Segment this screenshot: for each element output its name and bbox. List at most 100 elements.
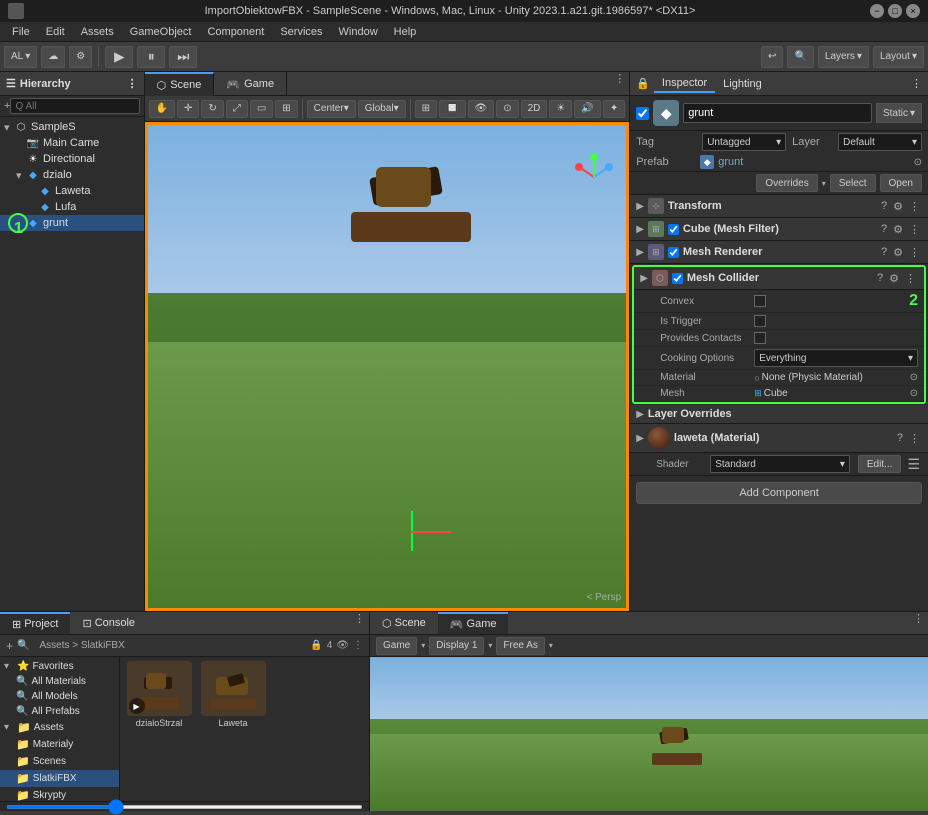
project-panel-menu[interactable]: ⋮ bbox=[350, 612, 369, 634]
minimize-button[interactable]: − bbox=[870, 4, 884, 18]
tab-console[interactable]: ⊡ Console bbox=[70, 612, 147, 634]
comp-help-button[interactable]: ? bbox=[875, 272, 885, 285]
rect-tool-button[interactable]: ▭ bbox=[250, 100, 273, 118]
menu-window[interactable]: Window bbox=[331, 22, 386, 42]
project-add-button[interactable]: + bbox=[6, 639, 13, 653]
sidebar-item-assets[interactable]: ▾ 📁 Assets bbox=[0, 719, 119, 736]
rotate-tool-button[interactable]: ↻ bbox=[201, 100, 223, 118]
layers-dropdown[interactable]: Layers ▾ bbox=[818, 46, 869, 68]
tab-scene-bottom[interactable]: ⬡ Scene bbox=[370, 612, 438, 634]
al-dropdown[interactable]: AL ▾ bbox=[4, 46, 37, 68]
menu-gameobject[interactable]: GameObject bbox=[122, 22, 200, 42]
comp-help-button[interactable]: ? bbox=[879, 246, 889, 259]
cooking-options-dropdown[interactable]: Everything ▾ bbox=[754, 349, 918, 367]
cloud-button[interactable]: ☁ bbox=[41, 46, 65, 68]
grid-button[interactable]: ⊞ bbox=[415, 100, 437, 118]
menu-file[interactable]: File bbox=[4, 22, 38, 42]
tab-project[interactable]: ⊞ Project bbox=[0, 612, 70, 634]
hierarchy-item-dzialo[interactable]: ▾ ◆ dzialo bbox=[0, 167, 144, 183]
hierarchy-item-maincamera[interactable]: 📷 Main Came bbox=[0, 135, 144, 151]
vis-button[interactable]: 👁 bbox=[468, 100, 495, 118]
scene-view[interactable]: < Persp bbox=[145, 122, 630, 611]
shader-list-button[interactable]: ☰ bbox=[905, 456, 922, 473]
convex-checkbox[interactable] bbox=[754, 295, 766, 307]
open-button[interactable]: Open bbox=[880, 174, 922, 192]
menu-component[interactable]: Component bbox=[199, 22, 272, 42]
object-name-field[interactable] bbox=[683, 103, 872, 123]
component-laweta-material[interactable]: ▶ laweta (Material) ? ⋮ bbox=[630, 424, 928, 453]
tab-game[interactable]: 🎮 Game bbox=[214, 72, 287, 96]
project-search-icon[interactable]: 🔍 bbox=[17, 640, 29, 651]
sidebar-item-all-models[interactable]: 🔍 All Models bbox=[0, 689, 119, 704]
close-button[interactable]: × bbox=[906, 4, 920, 18]
lighting-toggle[interactable]: ☀ bbox=[549, 100, 572, 118]
search-button[interactable]: 🔍 bbox=[787, 46, 813, 68]
prefab-link-icon[interactable]: ⊙ bbox=[914, 157, 922, 168]
menu-services[interactable]: Services bbox=[272, 22, 330, 42]
provides-contacts-checkbox[interactable] bbox=[754, 332, 766, 344]
menu-help[interactable]: Help bbox=[386, 22, 425, 42]
gizmo-button[interactable]: ⊙ bbox=[496, 100, 518, 118]
move-tool-button[interactable]: ✛ bbox=[177, 100, 199, 118]
mesh-filter-active[interactable] bbox=[668, 224, 679, 235]
scale-tool-button[interactable]: ⤢ bbox=[226, 100, 248, 118]
sidebar-item-scenes[interactable]: 📁 Scenes bbox=[0, 753, 119, 770]
comp-menu-button[interactable]: ⋮ bbox=[907, 246, 922, 259]
comp-settings-button[interactable]: ⚙ bbox=[891, 223, 905, 236]
comp-menu-button[interactable]: ⋮ bbox=[907, 432, 922, 445]
mesh-renderer-active[interactable] bbox=[668, 247, 679, 258]
hierarchy-item-lufa[interactable]: ◆ Lufa bbox=[0, 199, 144, 215]
tab-inspector[interactable]: Inspector bbox=[654, 75, 715, 93]
sidebar-item-materialy[interactable]: 📁 Materialy bbox=[0, 736, 119, 753]
sidebar-item-all-materials[interactable]: 🔍 All Materials bbox=[0, 674, 119, 689]
hierarchy-item-samplescene[interactable]: ▾ ⬡ SampleS bbox=[0, 119, 144, 135]
mesh-collider-active[interactable] bbox=[672, 273, 683, 284]
free-aspect-btn[interactable]: Free As bbox=[496, 637, 544, 655]
comp-settings-button[interactable]: ⚙ bbox=[891, 200, 905, 213]
comp-menu-button[interactable]: ⋮ bbox=[907, 223, 922, 236]
hand-tool-button[interactable]: ✋ bbox=[149, 100, 175, 118]
2d-button[interactable]: 2D bbox=[521, 100, 548, 118]
project-eye-button[interactable]: 👁 bbox=[336, 640, 349, 651]
static-dropdown[interactable]: Static▾ bbox=[876, 103, 922, 123]
transform-tool-button[interactable]: ⊞ bbox=[275, 100, 297, 118]
zoom-slider[interactable] bbox=[6, 805, 363, 809]
center-button[interactable]: Center▾ bbox=[307, 100, 356, 118]
tab-game-bottom[interactable]: 🎮 Game bbox=[438, 612, 509, 634]
pause-button[interactable]: ⏸ bbox=[137, 46, 165, 68]
fx-toggle[interactable]: ✦ bbox=[603, 100, 625, 118]
comp-settings-button[interactable]: ⚙ bbox=[891, 246, 905, 259]
inspector-menu-button[interactable]: ⋮ bbox=[911, 77, 922, 90]
comp-settings-button[interactable]: ⚙ bbox=[887, 272, 901, 285]
overrides-button[interactable]: Overrides bbox=[756, 174, 817, 192]
display-btn[interactable]: Display 1 bbox=[429, 637, 484, 655]
settings-button[interactable]: ⚙ bbox=[69, 46, 92, 68]
comp-help-button[interactable]: ? bbox=[879, 223, 889, 236]
asset-item-dzialo[interactable]: ▶ dzialoStrzal bbox=[124, 661, 194, 728]
step-button[interactable]: ⏭ bbox=[169, 46, 197, 68]
undo-button[interactable]: ↩ bbox=[761, 46, 783, 68]
hierarchy-menu-button[interactable]: ⋮ bbox=[127, 77, 138, 90]
is-trigger-checkbox[interactable] bbox=[754, 315, 766, 327]
comp-menu-button[interactable]: ⋮ bbox=[903, 272, 918, 285]
component-transform[interactable]: ▶ ⊹ Transform ? ⚙ ⋮ bbox=[630, 195, 928, 218]
component-mesh-collider[interactable]: ▶ ⬡ Mesh Collider ? ⚙ ⋮ bbox=[634, 267, 924, 290]
audio-toggle[interactable]: 🔊 bbox=[574, 100, 600, 118]
game-panel-menu[interactable]: ⋮ bbox=[909, 612, 928, 634]
object-active-checkbox[interactable] bbox=[636, 107, 649, 120]
shader-dropdown[interactable]: Standard ▾ bbox=[710, 455, 850, 473]
comp-menu-button[interactable]: ⋮ bbox=[907, 200, 922, 213]
scene-panel-menu[interactable]: ⋮ bbox=[610, 72, 629, 95]
component-mesh-filter[interactable]: ▶ ⊞ Cube (Mesh Filter) ? ⚙ ⋮ bbox=[630, 218, 928, 241]
sidebar-item-favorites[interactable]: ▾ ⭐ Favorites bbox=[0, 659, 119, 674]
layer-dropdown[interactable]: Default▾ bbox=[838, 133, 922, 151]
select-button[interactable]: Select bbox=[830, 174, 876, 192]
material-select-icon[interactable]: ⊙ bbox=[910, 372, 918, 383]
comp-help-button[interactable]: ? bbox=[879, 200, 889, 213]
comp-help-button[interactable]: ? bbox=[895, 432, 905, 445]
sidebar-item-all-prefabs[interactable]: 🔍 All Prefabs bbox=[0, 704, 119, 719]
maximize-button[interactable]: □ bbox=[888, 4, 902, 18]
shader-edit-button[interactable]: Edit... bbox=[858, 455, 902, 473]
add-component-button[interactable]: Add Component bbox=[636, 482, 922, 504]
asset-item-laweta[interactable]: Laweta bbox=[198, 661, 268, 728]
